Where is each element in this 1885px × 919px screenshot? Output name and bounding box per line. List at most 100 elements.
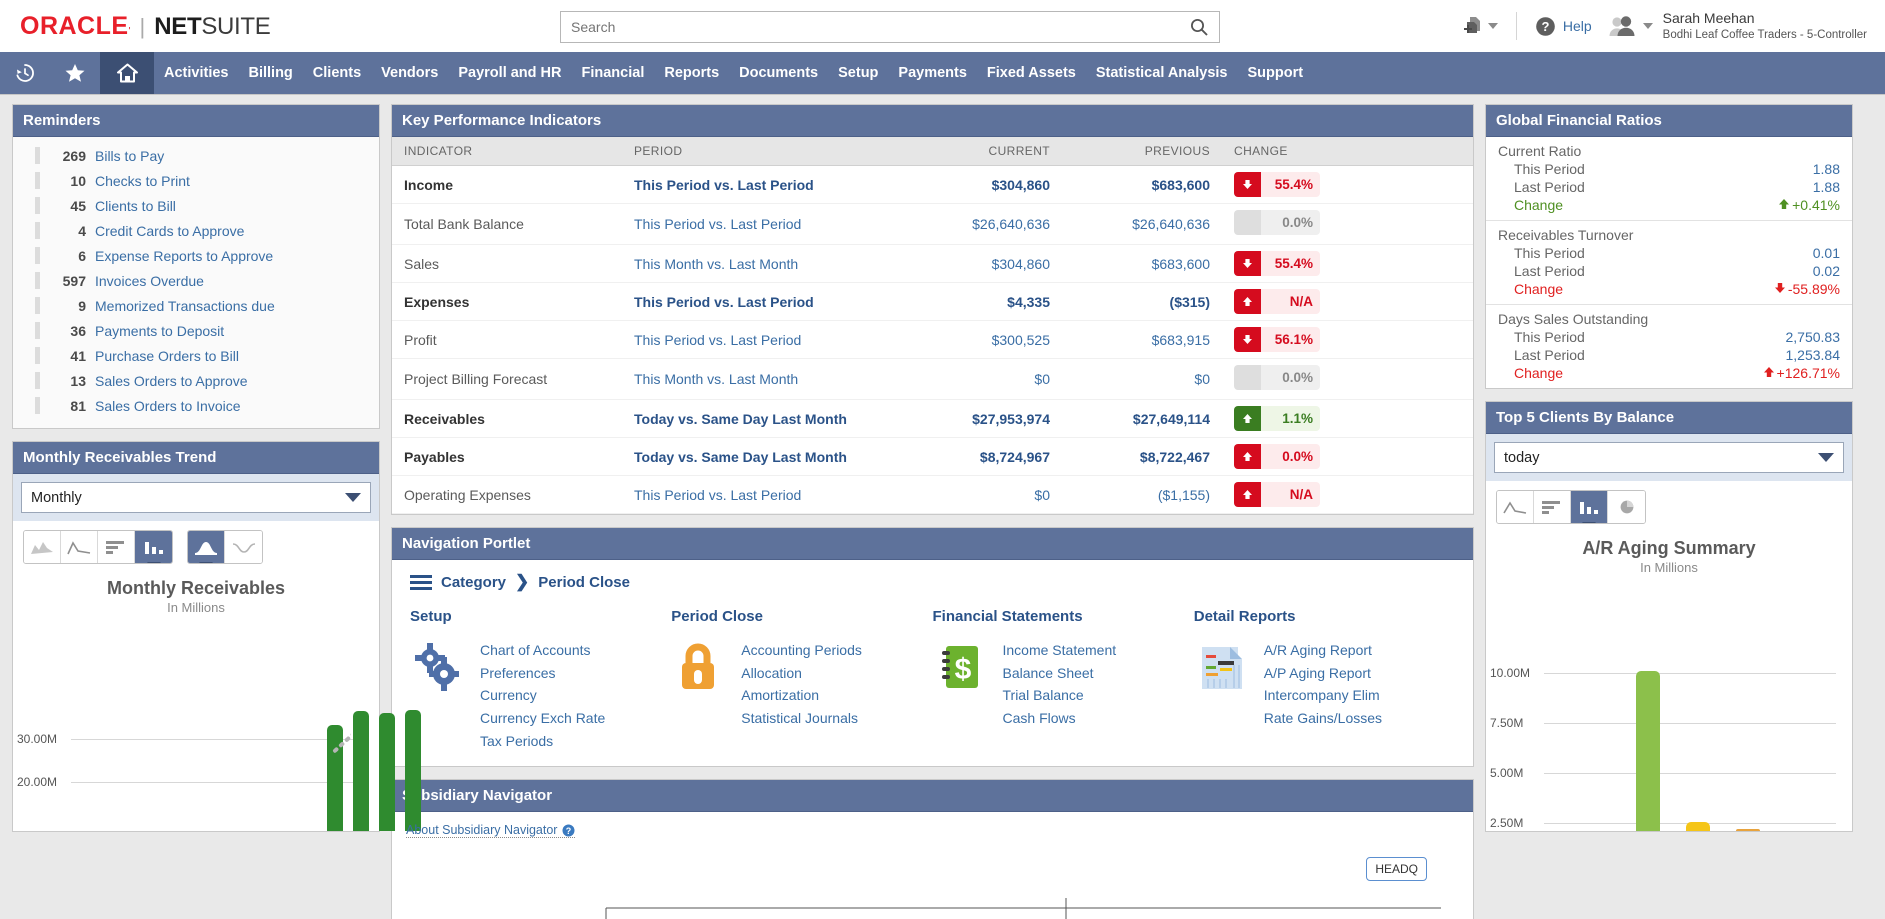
chart-bar[interactable] [1636,671,1660,831]
filled-curve-icon[interactable] [188,531,225,563]
chart-bar[interactable] [1736,828,1760,831]
nav-item-payments[interactable]: Payments [888,52,977,94]
reminder-item[interactable]: 10 Checks to Print [13,168,379,193]
column-chart-icon[interactable] [135,531,172,563]
reminder-label[interactable]: Bills to Pay [95,148,164,164]
nav-link[interactable]: Rate Gains/Losses [1264,707,1382,730]
nav-link[interactable]: A/P Aging Report [1264,662,1382,685]
user-menu[interactable]: Sarah Meehan Bodhi Leaf Coffee Traders -… [1600,0,1875,52]
chart-bar[interactable] [353,711,369,831]
kpi-table: INDICATOR PERIOD CURRENT PREVIOUS CHANGE… [392,137,1473,514]
reminder-bar [35,197,40,214]
reminder-item[interactable]: 45 Clients to Bill [13,193,379,218]
nav-link[interactable]: A/R Aging Report [1264,639,1382,662]
reminder-item[interactable]: 269 Bills to Pay [13,143,379,168]
nav-link[interactable]: Allocation [741,662,862,685]
breadcrumb-current[interactable]: Period Close [538,574,630,591]
reminder-item[interactable]: 36 Payments to Deposit [13,318,379,343]
nav-item-setup[interactable]: Setup [828,52,888,94]
reminder-label[interactable]: Credit Cards to Approve [95,223,244,239]
shortcuts-star-icon[interactable] [50,52,100,94]
subsidiary-navigator-title: Subsidiary Navigator [392,780,1473,813]
quick-add-menu[interactable] [1453,0,1506,52]
nav-item-financial[interactable]: Financial [572,52,655,94]
kpi-row[interactable]: Operating Expenses This Period vs. Last P… [392,475,1473,514]
top-clients-period-select[interactable]: today [1494,442,1844,473]
reminder-item[interactable]: 597 Invoices Overdue [13,268,379,293]
reminder-label[interactable]: Sales Orders to Approve [95,373,248,389]
ratio-this-period-label: This Period [1514,329,1585,345]
nav-item-vendors[interactable]: Vendors [371,52,448,94]
reminder-label[interactable]: Sales Orders to Invoice [95,398,241,414]
ratio-last-period-value: 1,253.84 [1785,347,1841,363]
nav-link[interactable]: Accounting Periods [741,639,862,662]
pie-chart-icon[interactable] [1608,491,1645,523]
nav-item-payroll-and-hr[interactable]: Payroll and HR [448,52,571,94]
about-subsidiary-navigator-link[interactable]: About Subsidiary Navigator ? [406,823,576,839]
kpi-period: This Period vs. Last Period [622,165,902,204]
nav-link[interactable]: Amortization [741,684,862,707]
nav-item-activities[interactable]: Activities [154,52,238,94]
reminder-item[interactable]: 81 Sales Orders to Invoice [13,393,379,418]
nav-link[interactable]: Statistical Journals [741,707,862,730]
kpi-previous: $0 [1062,358,1222,400]
search-input[interactable] [561,12,1179,42]
reminder-item[interactable]: 13 Sales Orders to Approve [13,368,379,393]
kpi-row[interactable]: Total Bank Balance This Period vs. Last P… [392,203,1473,245]
reminder-label[interactable]: Purchase Orders to Bill [95,348,239,364]
kpi-row[interactable]: Income This Period vs. Last Period $304,86… [392,165,1473,204]
area-chart-icon[interactable] [24,531,61,563]
nav-item-fixed-assets[interactable]: Fixed Assets [977,52,1086,94]
line-chart-icon[interactable] [61,531,98,563]
nav-link[interactable]: Income Statement [1003,639,1117,662]
reminder-label[interactable]: Clients to Bill [95,198,176,214]
subsidiary-node-headquarters[interactable]: HEADQ [1366,857,1427,882]
outline-curve-icon[interactable] [225,531,262,563]
kpi-row[interactable]: Profit This Period vs. Last Period $300,52… [392,320,1473,359]
horizontal-bar-chart-icon[interactable] [98,531,135,563]
reminder-item[interactable]: 6 Expense Reports to Approve [13,243,379,268]
nav-item-documents[interactable]: Documents [729,52,828,94]
nav-link[interactable]: Currency Exch Rate [480,707,605,730]
nav-item-support[interactable]: Support [1237,52,1313,94]
breadcrumb: Category ❯ Period Close [410,572,1455,592]
reminder-label[interactable]: Expense Reports to Approve [95,248,273,264]
reminder-item[interactable]: 4 Credit Cards to Approve [13,218,379,243]
chart-bar[interactable] [1686,822,1710,831]
reminder-label[interactable]: Payments to Deposit [95,323,224,339]
nav-item-reports[interactable]: Reports [654,52,729,94]
nav-link[interactable]: Preferences [480,662,605,685]
kpi-row[interactable]: Receivables Today vs. Same Day Last Month… [392,399,1473,438]
nav-item-statistical-analysis[interactable]: Statistical Analysis [1086,52,1238,94]
reminder-item[interactable]: 9 Memorized Transactions due [13,293,379,318]
reminder-label[interactable]: Checks to Print [95,173,190,189]
breadcrumb-category[interactable]: Category [441,574,506,591]
line-chart-icon[interactable] [1497,491,1534,523]
nav-item-billing[interactable]: Billing [238,52,302,94]
horizontal-bar-chart-icon[interactable] [1534,491,1571,523]
kpi-row[interactable]: Payables Today vs. Same Day Last Month $8,… [392,437,1473,476]
search-icon[interactable] [1179,12,1219,42]
nav-link[interactable]: Intercompany Elim [1264,684,1382,707]
kpi-row[interactable]: Expenses This Period vs. Last Period $4,33… [392,282,1473,321]
help-button[interactable]: ? Help [1527,0,1600,52]
home-icon[interactable] [100,52,154,94]
reminder-item[interactable]: 41 Purchase Orders to Bill [13,343,379,368]
recent-history-icon[interactable] [0,52,50,94]
nav-link[interactable]: Chart of Accounts [480,639,605,662]
kpi-row[interactable]: Sales This Month vs. Last Month $304,860 $6… [392,244,1473,283]
menu-hamburger-icon[interactable] [410,574,432,590]
help-label: Help [1562,18,1592,34]
column-chart-icon[interactable] [1571,491,1608,523]
nav-link[interactable]: Currency [480,684,605,707]
nav-link[interactable]: Cash Flows [1003,707,1117,730]
kpi-row[interactable]: Project Billing Forecast This Month vs. L… [392,358,1473,400]
nav-link[interactable]: Trial Balance [1003,684,1117,707]
nav-link[interactable]: Tax Periods [480,730,605,753]
monthly-trend-period-select[interactable]: Monthly [21,482,371,513]
reminder-label[interactable]: Memorized Transactions due [95,298,275,314]
global-search[interactable] [560,11,1220,43]
nav-item-clients[interactable]: Clients [303,52,371,94]
nav-link[interactable]: Balance Sheet [1003,662,1117,685]
reminder-label[interactable]: Invoices Overdue [95,273,204,289]
